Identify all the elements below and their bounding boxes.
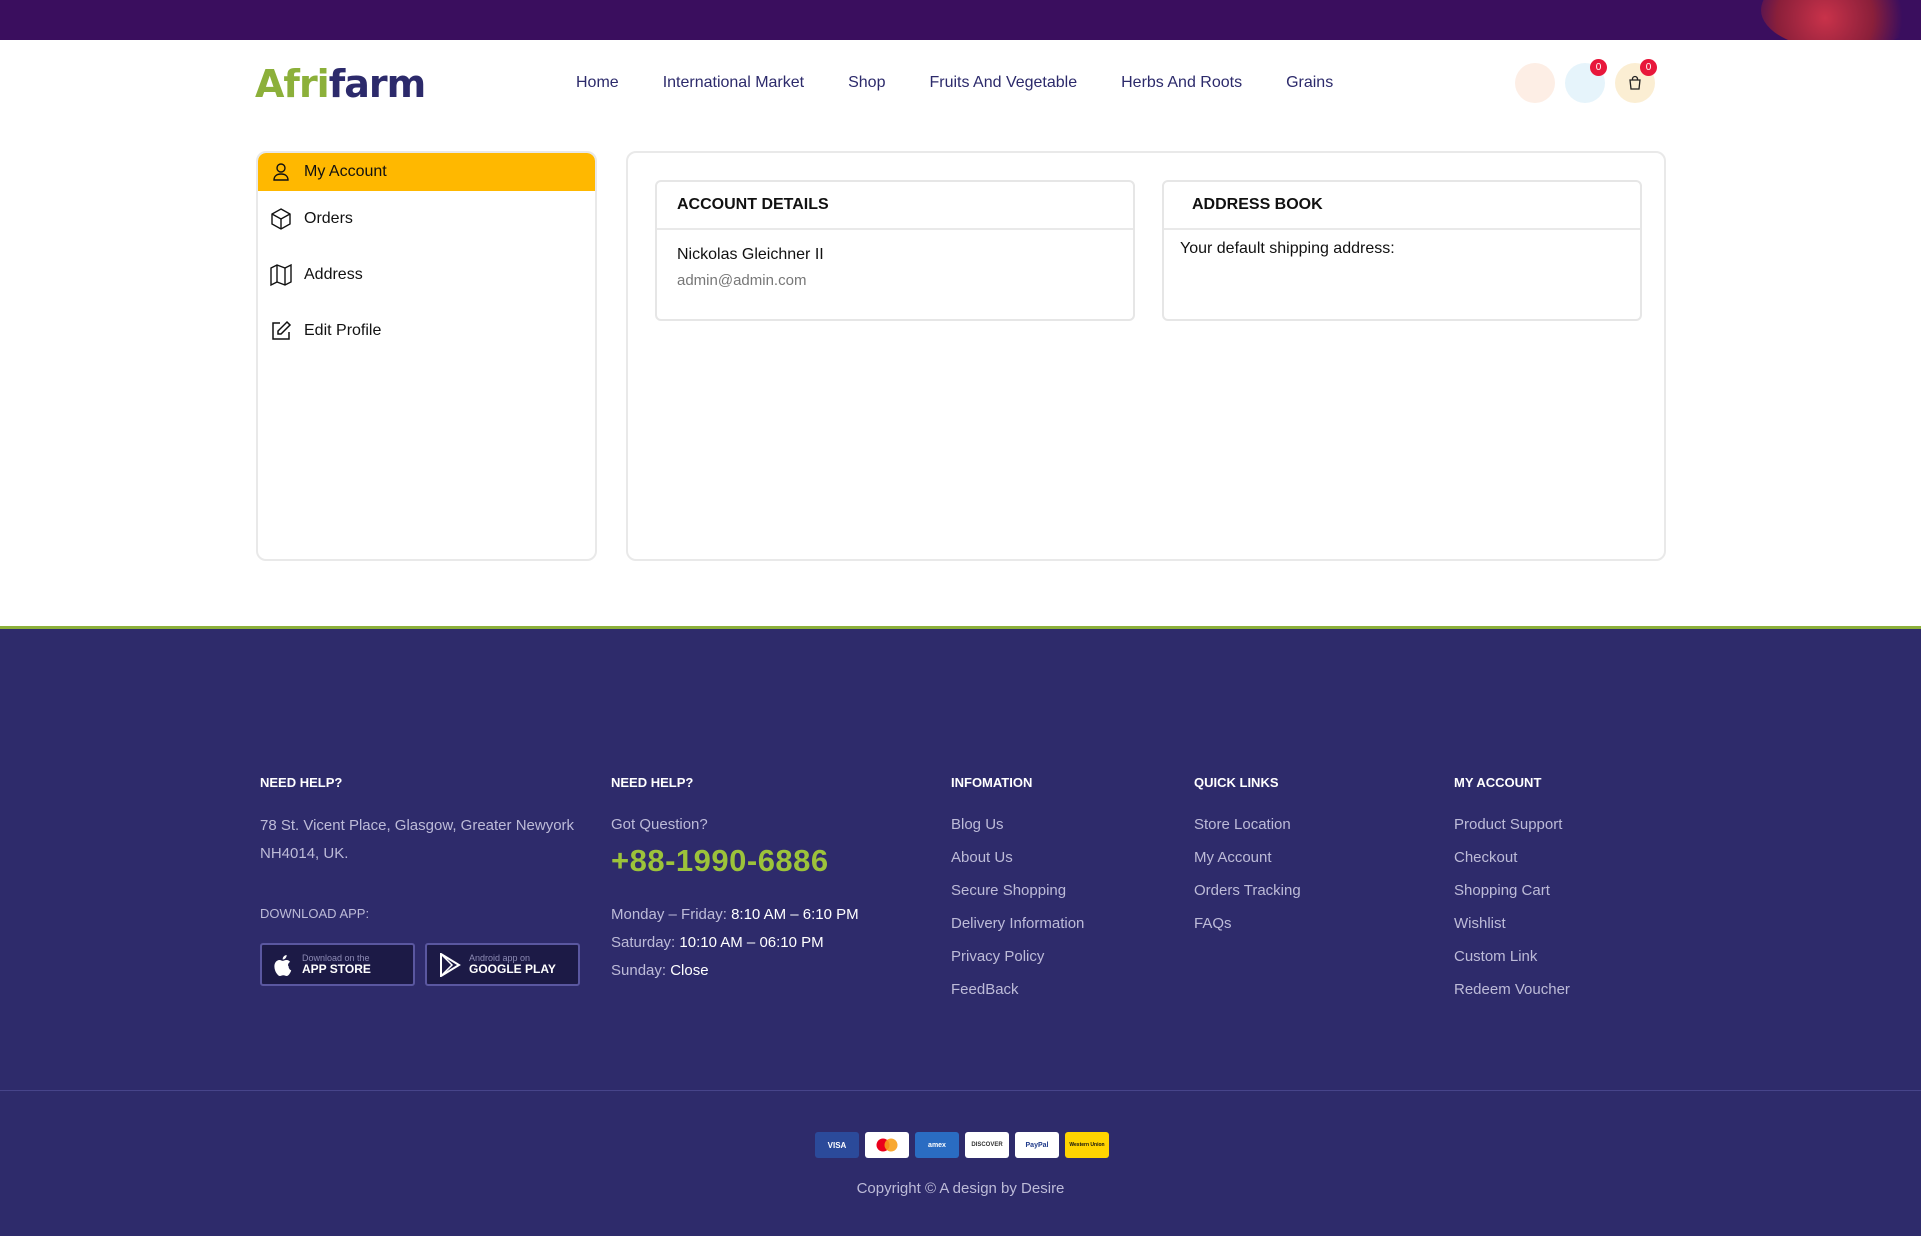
amex-text: amex: [928, 1141, 946, 1149]
hours-weekday-value: 8:10 AM – 6:10 PM: [731, 906, 859, 923]
amex-icon: amex: [915, 1132, 959, 1158]
mastercard-icon: [865, 1132, 909, 1158]
account-panel: ACCOUNT DETAILS Nickolas Gleichner II ad…: [626, 151, 1666, 561]
footer-link-product-support[interactable]: Product Support: [1454, 816, 1570, 833]
got-question-text: Got Question?: [611, 816, 708, 833]
main-nav: Home International Market Shop Fruits An…: [576, 74, 1377, 92]
hours-saturday-value: 10:10 AM – 06:10 PM: [679, 934, 824, 951]
footer-link-checkout[interactable]: Checkout: [1454, 849, 1570, 866]
hours-weekday-label: Monday – Friday:: [611, 906, 727, 923]
footer-link-secure-shopping[interactable]: Secure Shopping: [951, 882, 1084, 899]
nav-fruits-and-vegetable[interactable]: Fruits And Vegetable: [929, 74, 1077, 92]
payment-methods: VISA amex DISCOVER PayPal Western Union: [815, 1132, 1109, 1158]
footer-heading: NEED HELP?: [260, 775, 343, 790]
footer-heading: QUICK LINKS: [1194, 775, 1279, 790]
top-banner: [0, 0, 1921, 40]
google-play-icon: [440, 952, 461, 977]
footer-link-custom-link[interactable]: Custom Link: [1454, 948, 1570, 965]
footer-col-information: INFOMATION Blog Us About Us Secure Shopp…: [951, 775, 1084, 1014]
hours-saturday-label: Saturday:: [611, 934, 676, 951]
account-details-card: ACCOUNT DETAILS Nickolas Gleichner II ad…: [655, 180, 1135, 321]
footer-divider: [0, 1090, 1921, 1091]
shopping-bag-icon: [1629, 75, 1641, 90]
footer-address: 78 St. Vicent Place, Glasgow, Greater Ne…: [260, 817, 575, 862]
footer-link-privacy-policy[interactable]: Privacy Policy: [951, 948, 1084, 965]
footer-link-blog-us[interactable]: Blog Us: [951, 816, 1084, 833]
sidebar-item-label: Orders: [304, 210, 353, 227]
footer-col-my-account: MY ACCOUNT Product Support Checkout Shop…: [1454, 775, 1570, 1014]
footer-link-faqs[interactable]: FAQs: [1194, 915, 1301, 932]
western-union-icon: Western Union: [1065, 1132, 1109, 1158]
user-icon: [268, 159, 294, 185]
cart-count-badge: 0: [1640, 59, 1657, 76]
site-header: Afrifarm Home International Market Shop …: [0, 40, 1921, 126]
nav-herbs-and-roots[interactable]: Herbs And Roots: [1121, 74, 1242, 92]
hours-saturday: Saturday: 10:10 AM – 06:10 PM: [611, 929, 859, 957]
paypal-icon: PayPal: [1015, 1132, 1059, 1158]
sidebar-item-address[interactable]: Address: [258, 247, 595, 303]
footer-link-shopping-cart[interactable]: Shopping Cart: [1454, 882, 1570, 899]
site-footer: NEED HELP? 78 St. Vicent Place, Glasgow,…: [0, 626, 1921, 1236]
logo-part-afri: Afri: [255, 62, 330, 106]
default-shipping-address-label: Your default shipping address:: [1180, 240, 1395, 257]
sidebar-item-label: Address: [304, 266, 363, 283]
account-details-title: ACCOUNT DETAILS: [657, 182, 1133, 230]
footer-heading: INFOMATION: [951, 775, 1033, 790]
download-app-label: DOWNLOAD APP:: [260, 906, 370, 921]
footer-col-help: NEED HELP? Got Question? +88-1990-6886 M…: [611, 775, 859, 985]
app-buttons: Download on the APP STORE Android app on…: [260, 943, 590, 986]
footer-link-about-us[interactable]: About Us: [951, 849, 1084, 866]
footer-heading: NEED HELP?: [611, 775, 694, 790]
hours-sunday-value: Close: [670, 962, 709, 979]
footer-link-feedback[interactable]: FeedBack: [951, 981, 1084, 998]
wishlist-icon-button[interactable]: 0: [1565, 59, 1607, 103]
account-sidebar: My Account Orders Address Edit Profile: [256, 151, 597, 561]
site-logo[interactable]: Afrifarm: [255, 62, 427, 106]
footer-heading: MY ACCOUNT: [1454, 775, 1542, 790]
footer-link-orders-tracking[interactable]: Orders Tracking: [1194, 882, 1301, 899]
apple-icon: [274, 954, 292, 976]
sidebar-item-edit-profile[interactable]: Edit Profile: [258, 303, 595, 359]
sidebar-item-label: Edit Profile: [304, 322, 382, 339]
hours-weekday: Monday – Friday: 8:10 AM – 6:10 PM: [611, 901, 859, 929]
nav-grains[interactable]: Grains: [1286, 74, 1333, 92]
copyright-text: Copyright © A design by Desire: [856, 1180, 1065, 1197]
address-book-title: ADDRESS BOOK: [1164, 182, 1640, 230]
opening-hours: Monday – Friday: 8:10 AM – 6:10 PM Satur…: [611, 901, 859, 985]
footer-link-delivery-information[interactable]: Delivery Information: [951, 915, 1084, 932]
hours-sunday-label: Sunday:: [611, 962, 667, 979]
account-email: admin@admin.com: [677, 272, 807, 289]
account-name: Nickolas Gleichner II: [677, 246, 824, 263]
footer-link-redeem-voucher[interactable]: Redeem Voucher: [1454, 981, 1570, 998]
visa-icon: VISA: [815, 1132, 859, 1158]
header-icons: 0 0: [1515, 59, 1657, 103]
support-phone[interactable]: +88-1990-6886: [611, 843, 859, 879]
app-store-big-text: APP STORE: [302, 962, 371, 976]
box-icon: [268, 206, 294, 232]
nav-home[interactable]: Home: [576, 74, 619, 92]
cart-icon-button[interactable]: 0: [1615, 59, 1657, 103]
sidebar-item-my-account[interactable]: My Account: [258, 153, 595, 191]
google-play-big-text: GOOGLE PLAY: [469, 962, 556, 976]
footer-col-quick-links: QUICK LINKS Store Location My Account Or…: [1194, 775, 1301, 948]
footer-link-wishlist[interactable]: Wishlist: [1454, 915, 1570, 932]
app-store-button[interactable]: Download on the APP STORE: [260, 943, 415, 986]
nav-shop[interactable]: Shop: [848, 74, 885, 92]
google-play-button[interactable]: Android app on GOOGLE PLAY: [425, 943, 580, 986]
sidebar-item-orders[interactable]: Orders: [258, 191, 595, 247]
logo-part-farm: farm: [328, 62, 427, 106]
hours-sunday: Sunday: Close: [611, 957, 859, 985]
footer-col-contact: NEED HELP? 78 St. Vicent Place, Glasgow,…: [260, 775, 590, 986]
sidebar-item-label: My Account: [304, 163, 387, 180]
footer-link-store-location[interactable]: Store Location: [1194, 816, 1301, 833]
discover-icon: DISCOVER: [965, 1132, 1009, 1158]
footer-link-my-account[interactable]: My Account: [1194, 849, 1301, 866]
map-icon: [268, 262, 294, 288]
account-icon-button[interactable]: [1515, 63, 1555, 103]
edit-icon: [268, 318, 294, 344]
banner-decoration: [1761, 0, 1921, 40]
nav-international-market[interactable]: International Market: [663, 74, 804, 92]
wishlist-count-badge: 0: [1590, 59, 1607, 76]
address-book-card: ADDRESS BOOK Your default shipping addre…: [1162, 180, 1642, 321]
